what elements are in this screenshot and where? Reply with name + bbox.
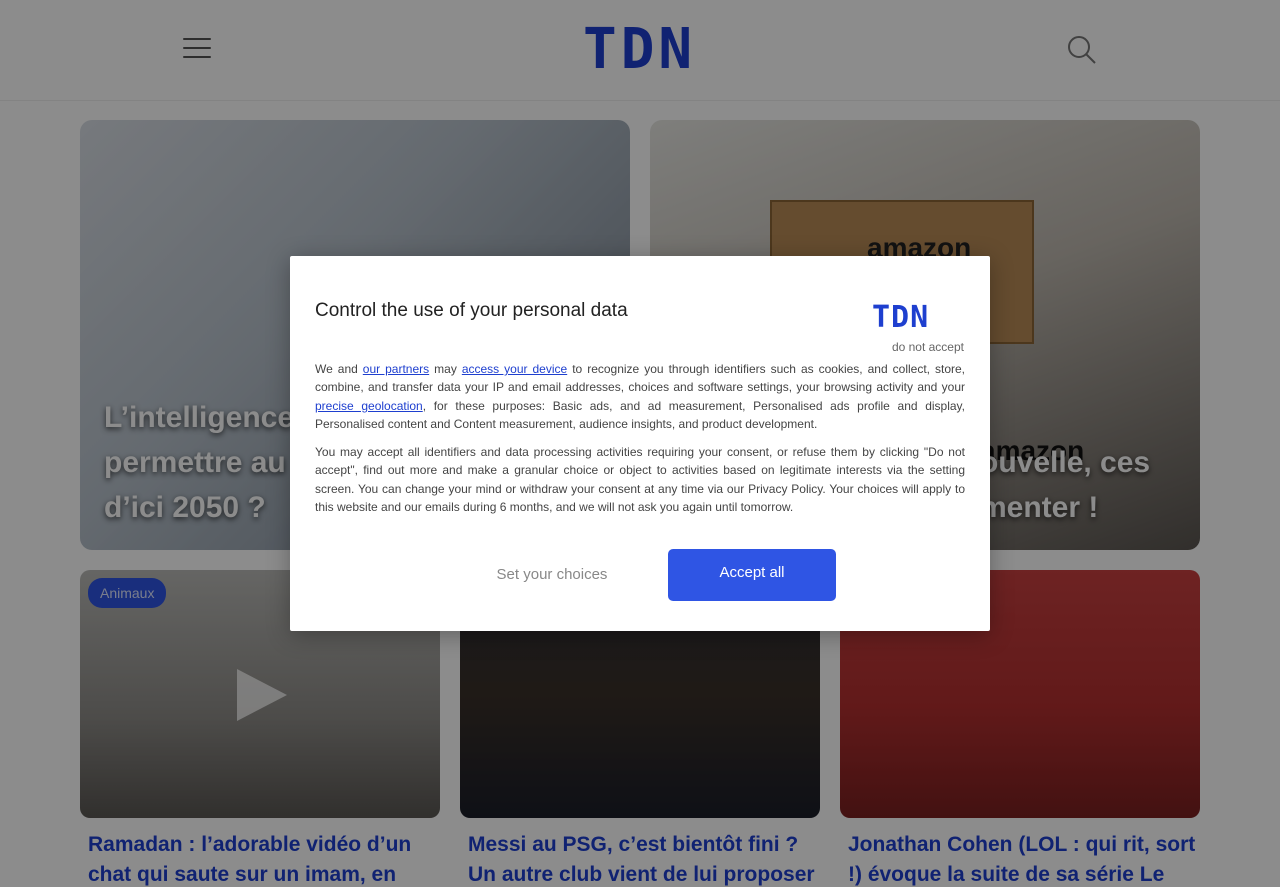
consent-text-span: may	[429, 362, 462, 376]
consent-dialog: Control the use of your personal data TD…	[290, 256, 990, 631]
set-choices-button[interactable]: Set your choices	[468, 549, 636, 601]
consent-text-span: We and	[315, 362, 363, 376]
our-partners-link[interactable]: our partners	[363, 362, 429, 376]
accept-all-button[interactable]: Accept all	[668, 549, 836, 601]
access-your-device-link[interactable]: access your device	[462, 362, 567, 376]
consent-logo: TDN	[872, 300, 930, 335]
consent-title: Control the use of your personal data	[315, 300, 628, 321]
consent-paragraph: You may accept all identifiers and data …	[315, 445, 965, 515]
consent-paragraph: We and our partners may access your devi…	[315, 360, 965, 433]
consent-text: We and our partners may access your devi…	[315, 360, 965, 526]
precise-geolocation-link[interactable]: precise geolocation	[315, 399, 423, 413]
do-not-accept-link[interactable]: do not accept	[892, 340, 964, 354]
